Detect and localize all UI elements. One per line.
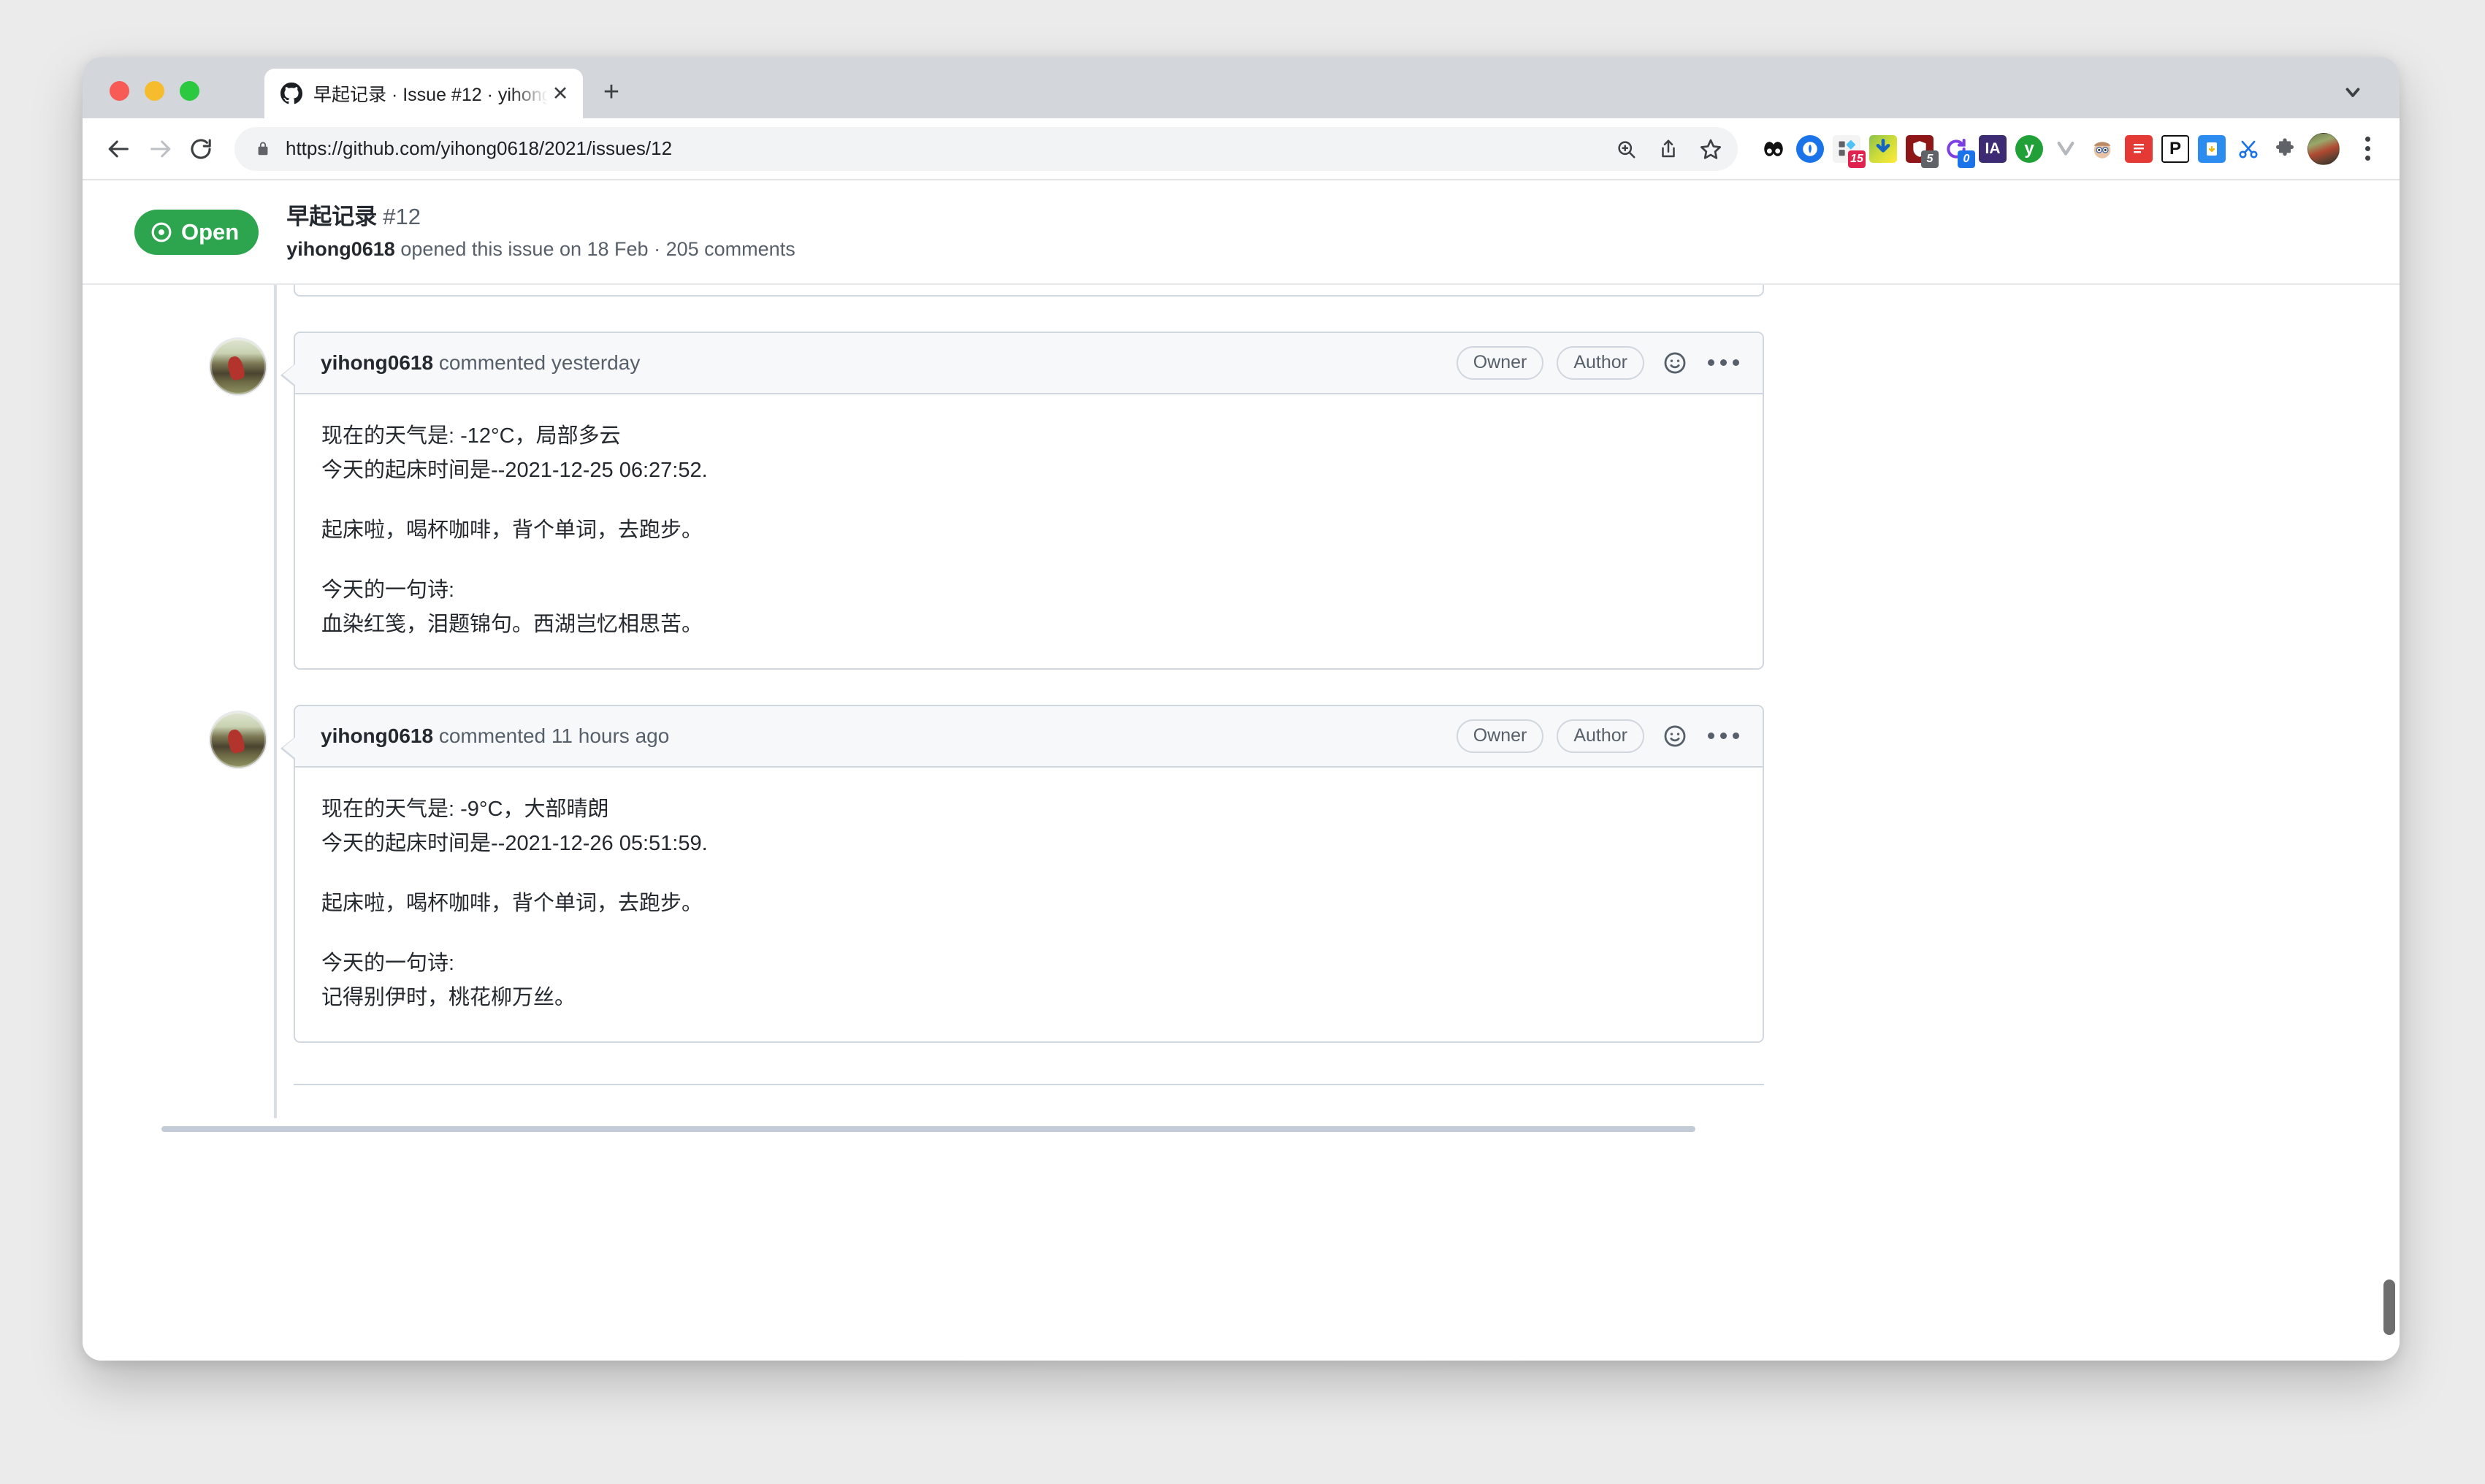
comment-paragraph: 起床啦，喝杯咖啡，背个单词，去跑步。 (321, 513, 1736, 548)
browser-tab[interactable]: 早起记录 · Issue #12 · yihong0 ✕ (264, 69, 583, 118)
close-window-button[interactable] (110, 81, 129, 101)
sync-extension-badge: 0 (1958, 150, 1975, 168)
smiley-icon[interactable] (1657, 345, 1692, 380)
comment-action-text: commented (439, 724, 546, 747)
status-badge[interactable]: Open (134, 210, 259, 255)
issue-number: #12 (383, 204, 421, 229)
issue-meta: 早起记录#12 yihong0618 opened this issue on … (286, 203, 795, 261)
url-text: https://github.com/yihong0618/2021/issue… (286, 137, 1606, 160)
puzzle-extension-icon[interactable] (2271, 135, 2299, 163)
window-controls (110, 81, 199, 101)
smiley-icon[interactable] (1657, 719, 1692, 754)
extensions-strip: 15 5 0 IA y P (1760, 133, 2383, 165)
issue-opened-date: 18 Feb (587, 238, 649, 260)
comment-author-link[interactable]: yihong0618 (321, 351, 433, 374)
browser-tab-strip: 早起记录 · Issue #12 · yihong0 ✕ + (83, 57, 2400, 118)
pocket-extension-icon[interactable]: P (2161, 135, 2189, 163)
issue-meta-action: opened this issue on (400, 238, 581, 260)
chevron-down-icon[interactable] (2338, 77, 2367, 107)
comment-box: yihong0618 commented yesterday Owner Aut… (294, 332, 1764, 670)
comment-paragraph: 起床啦，喝杯咖啡，背个单词，去跑步。 (321, 887, 1736, 921)
badge-author: Author (1557, 719, 1644, 753)
page-scrollbar[interactable] (2381, 180, 2397, 1361)
comment-header-actions: Owner Author (1457, 719, 1741, 754)
issue-open-icon (150, 221, 172, 243)
eyes-extension-icon[interactable] (1760, 135, 1787, 163)
browser-toolbar: https://github.com/yihong0618/2021/issue… (83, 118, 2400, 180)
maximize-window-button[interactable] (180, 81, 199, 101)
timeline-comment: yihong0618 commented yesterday Owner Aut… (218, 332, 1764, 670)
ia-extension-icon[interactable]: IA (1979, 135, 2007, 163)
avatar[interactable] (209, 711, 267, 769)
kebab-menu-icon[interactable] (1706, 719, 1741, 754)
forward-button[interactable] (140, 129, 180, 169)
doc-save-extension-icon[interactable] (2198, 135, 2226, 163)
comment-body: 现在的天气是: -9°C，大部晴朗 今天的起床时间是--2021-12-26 0… (295, 768, 1763, 1041)
chevron-extension-icon[interactable] (2052, 135, 2080, 163)
new-tab-button[interactable]: + (594, 74, 629, 110)
grid-extension-icon[interactable]: 15 (1833, 135, 1860, 163)
scissors-extension-icon[interactable] (2234, 135, 2262, 163)
timeline-divider (161, 1126, 1695, 1132)
sync-extension-icon[interactable]: 0 (1942, 135, 1970, 163)
comment-paragraph: 今天的一句诗: 记得别伊时，桃花柳万丝。 (321, 946, 1736, 1015)
comment-byline: yihong0618 commented yesterday (321, 351, 1457, 375)
issue-meta-separator: · (654, 238, 660, 260)
timeline-comment: yihong0618 commented 11 hours ago Owner … (218, 705, 1764, 1043)
address-bar[interactable]: https://github.com/yihong0618/2021/issue… (234, 127, 1738, 171)
comment-box: yihong0618 commented 11 hours ago Owner … (294, 705, 1764, 1043)
page-scrollbar-thumb[interactable] (2383, 1280, 2395, 1335)
issue-sticky-header: Open 早起记录#12 yihong0618 opened this issu… (83, 180, 2400, 285)
grid-extension-badge: 15 (1848, 150, 1866, 168)
minimize-window-button[interactable] (145, 81, 164, 101)
status-badge-label: Open (181, 219, 239, 245)
comment-byline: yihong0618 commented 11 hours ago (321, 724, 1457, 748)
comment-timestamp[interactable]: yesterday (551, 351, 640, 374)
comment-paragraph: 现在的天气是: -9°C，大部晴朗 今天的起床时间是--2021-12-26 0… (321, 792, 1736, 861)
timeline-comment-partial (218, 1084, 1764, 1132)
issue-timeline: 起床啦，喝杯咖啡，背个单词，去跑步。 今天的一句诗: 看蓬门秋草，年年破巷，疏窗… (83, 180, 2400, 1190)
download-extension-icon[interactable] (1869, 135, 1897, 163)
badge-author: Author (1557, 346, 1644, 380)
page-title: 早起记录#12 (286, 203, 795, 232)
zoom-icon[interactable] (1606, 129, 1646, 169)
comment-action-text: commented (439, 351, 546, 374)
badge-owner: Owner (1457, 719, 1544, 753)
comment-header: yihong0618 commented yesterday Owner Aut… (295, 333, 1763, 394)
page-viewport: Open 早起记录#12 yihong0618 opened this issu… (83, 180, 2400, 1361)
badge-owner: Owner (1457, 346, 1544, 380)
comment-paragraph: 今天的一句诗: 血染红笺，泪题锦句。西湖岂忆相思苦。 (321, 573, 1736, 642)
bookmark-star-icon[interactable] (1691, 129, 1730, 169)
share-icon[interactable] (1649, 129, 1688, 169)
shield-extension-icon[interactable]: 5 (1906, 135, 1934, 163)
comment-header: yihong0618 commented 11 hours ago Owner … (295, 706, 1763, 768)
reload-button[interactable] (180, 129, 221, 169)
close-tab-button[interactable]: ✕ (548, 81, 573, 106)
kebab-menu-icon[interactable] (1706, 345, 1741, 380)
comment-body: 现在的天气是: -12°C，局部多云 今天的起床时间是--2021-12-25 … (295, 394, 1763, 668)
yandex-extension-icon[interactable]: y (2015, 135, 2043, 163)
issue-subtitle: yihong0618 opened this issue on 18 Feb ·… (286, 238, 795, 261)
issue-comment-count: 205 comments (666, 238, 795, 260)
red-list-extension-icon[interactable] (2125, 135, 2153, 163)
comment-header-actions: Owner Author (1457, 345, 1741, 380)
comment-timestamp[interactable]: 11 hours ago (551, 724, 669, 747)
blue-circle-extension-icon[interactable] (1796, 135, 1824, 163)
comment-author-link[interactable]: yihong0618 (321, 724, 433, 747)
lock-icon (255, 139, 271, 158)
kebab-menu-icon[interactable] (2351, 133, 2383, 165)
issue-author-link[interactable]: yihong0618 (286, 238, 395, 260)
shield-extension-badge: 5 (1921, 150, 1939, 168)
browser-tab-title: 早起记录 · Issue #12 · yihong0 (313, 80, 548, 107)
issue-title-text: 早起记录 (286, 204, 377, 229)
back-button[interactable] (99, 129, 140, 169)
comment-box-top-edge (294, 1084, 1764, 1085)
github-icon (280, 83, 302, 104)
avatar[interactable] (209, 337, 267, 396)
browser-window: 早起记录 · Issue #12 · yihong0 ✕ + https://g… (83, 57, 2400, 1361)
address-bar-actions (1606, 129, 1730, 169)
comment-paragraph: 现在的天气是: -12°C，局部多云 今天的起床时间是--2021-12-25 … (321, 419, 1736, 488)
profile-avatar[interactable] (2308, 133, 2340, 165)
face-extension-icon[interactable] (2088, 135, 2116, 163)
